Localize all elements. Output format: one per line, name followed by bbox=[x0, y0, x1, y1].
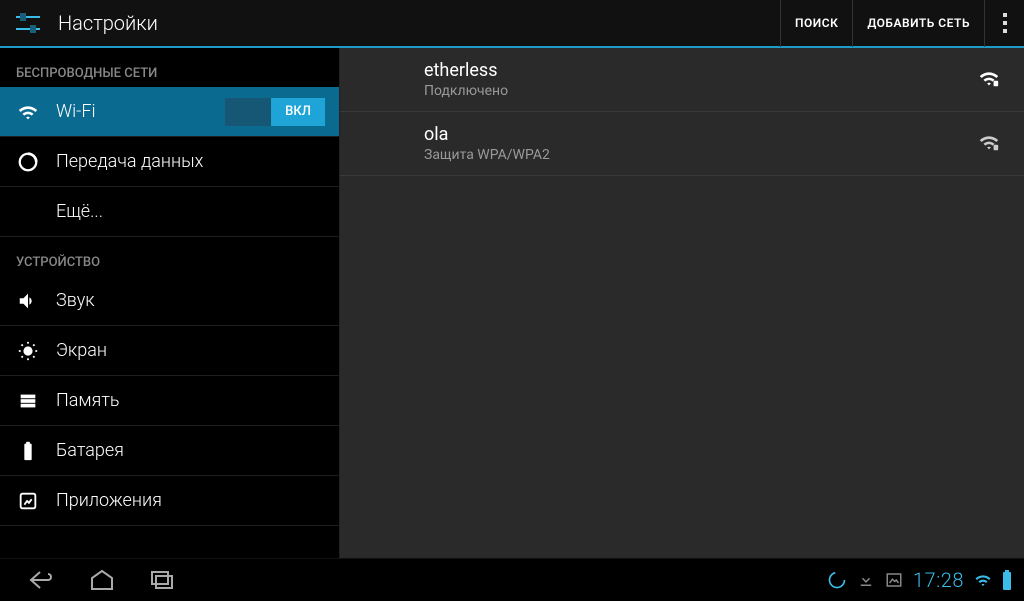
home-button[interactable] bbox=[72, 559, 132, 601]
storage-icon bbox=[14, 387, 42, 415]
overflow-menu[interactable] bbox=[984, 0, 1024, 47]
storage-label: Память bbox=[56, 390, 325, 411]
sidebar-item-storage[interactable]: Память bbox=[0, 376, 339, 426]
data-usage-icon bbox=[14, 148, 42, 176]
content-area: БЕСПРОВОДНЫЕ СЕТИ Wi-Fi ВКЛ Передача дан… bbox=[0, 48, 1024, 558]
add-network-action[interactable]: ДОБАВИТЬ СЕТЬ bbox=[852, 0, 984, 47]
sidebar-item-display[interactable]: Экран bbox=[0, 326, 339, 376]
network-name: ola bbox=[424, 124, 978, 145]
sound-label: Звук bbox=[56, 290, 325, 311]
device-section-header: УСТРОЙСТВО bbox=[0, 237, 339, 276]
wifi-network-list: etherless Подключено ola Защита WPA/WPA2 bbox=[340, 48, 1024, 558]
battery-label: Батарея bbox=[56, 440, 325, 461]
back-button[interactable] bbox=[12, 559, 72, 601]
recent-apps-button[interactable] bbox=[132, 559, 192, 601]
apps-icon bbox=[14, 487, 42, 515]
search-action[interactable]: ПОИСК bbox=[780, 0, 852, 47]
picture-icon bbox=[885, 571, 903, 589]
wifi-toggle-label: ВКЛ bbox=[271, 98, 325, 126]
sidebar-item-wifi[interactable]: Wi-Fi ВКЛ bbox=[0, 87, 339, 137]
network-status: Подключено bbox=[424, 83, 978, 99]
sidebar-item-sound[interactable]: Звук bbox=[0, 276, 339, 326]
network-item[interactable]: etherless Подключено bbox=[340, 48, 1024, 112]
network-status: Защита WPA/WPA2 bbox=[424, 147, 978, 163]
settings-sidebar: БЕСПРОВОДНЫЕ СЕТИ Wi-Fi ВКЛ Передача дан… bbox=[0, 48, 340, 558]
battery-icon bbox=[14, 437, 42, 465]
action-bar: Настройки ПОИСК ДОБАВИТЬ СЕТЬ bbox=[0, 0, 1024, 48]
navigation-bar: 17:28 bbox=[0, 558, 1024, 600]
display-label: Экран bbox=[56, 340, 325, 361]
sidebar-item-battery[interactable]: Батарея bbox=[0, 426, 339, 476]
wifi-toggle[interactable]: ВКЛ bbox=[225, 98, 325, 126]
status-area[interactable]: 17:28 bbox=[827, 568, 1012, 592]
wifi-label: Wi-Fi bbox=[56, 101, 225, 122]
sidebar-item-more[interactable]: Ещё... bbox=[0, 187, 339, 237]
display-icon bbox=[14, 337, 42, 365]
battery-status-icon bbox=[1002, 570, 1012, 590]
network-name: etherless bbox=[424, 60, 978, 81]
settings-app-icon bbox=[6, 1, 50, 45]
sidebar-item-apps[interactable]: Приложения bbox=[0, 476, 339, 526]
wifi-signal-icon bbox=[978, 131, 1000, 157]
download-icon bbox=[857, 571, 875, 589]
network-item[interactable]: ola Защита WPA/WPA2 bbox=[340, 112, 1024, 176]
sync-icon bbox=[827, 570, 847, 590]
more-label: Ещё... bbox=[56, 201, 325, 222]
wifi-signal-icon bbox=[978, 67, 1000, 93]
clock: 17:28 bbox=[913, 568, 964, 592]
data-usage-label: Передача данных bbox=[56, 151, 325, 172]
sound-icon bbox=[14, 287, 42, 315]
wifi-icon bbox=[14, 98, 42, 126]
apps-label: Приложения bbox=[56, 490, 325, 511]
sidebar-item-data-usage[interactable]: Передача данных bbox=[0, 137, 339, 187]
wireless-section-header: БЕСПРОВОДНЫЕ СЕТИ bbox=[0, 48, 339, 87]
page-title: Настройки bbox=[58, 11, 780, 35]
wifi-status-icon bbox=[974, 571, 992, 589]
